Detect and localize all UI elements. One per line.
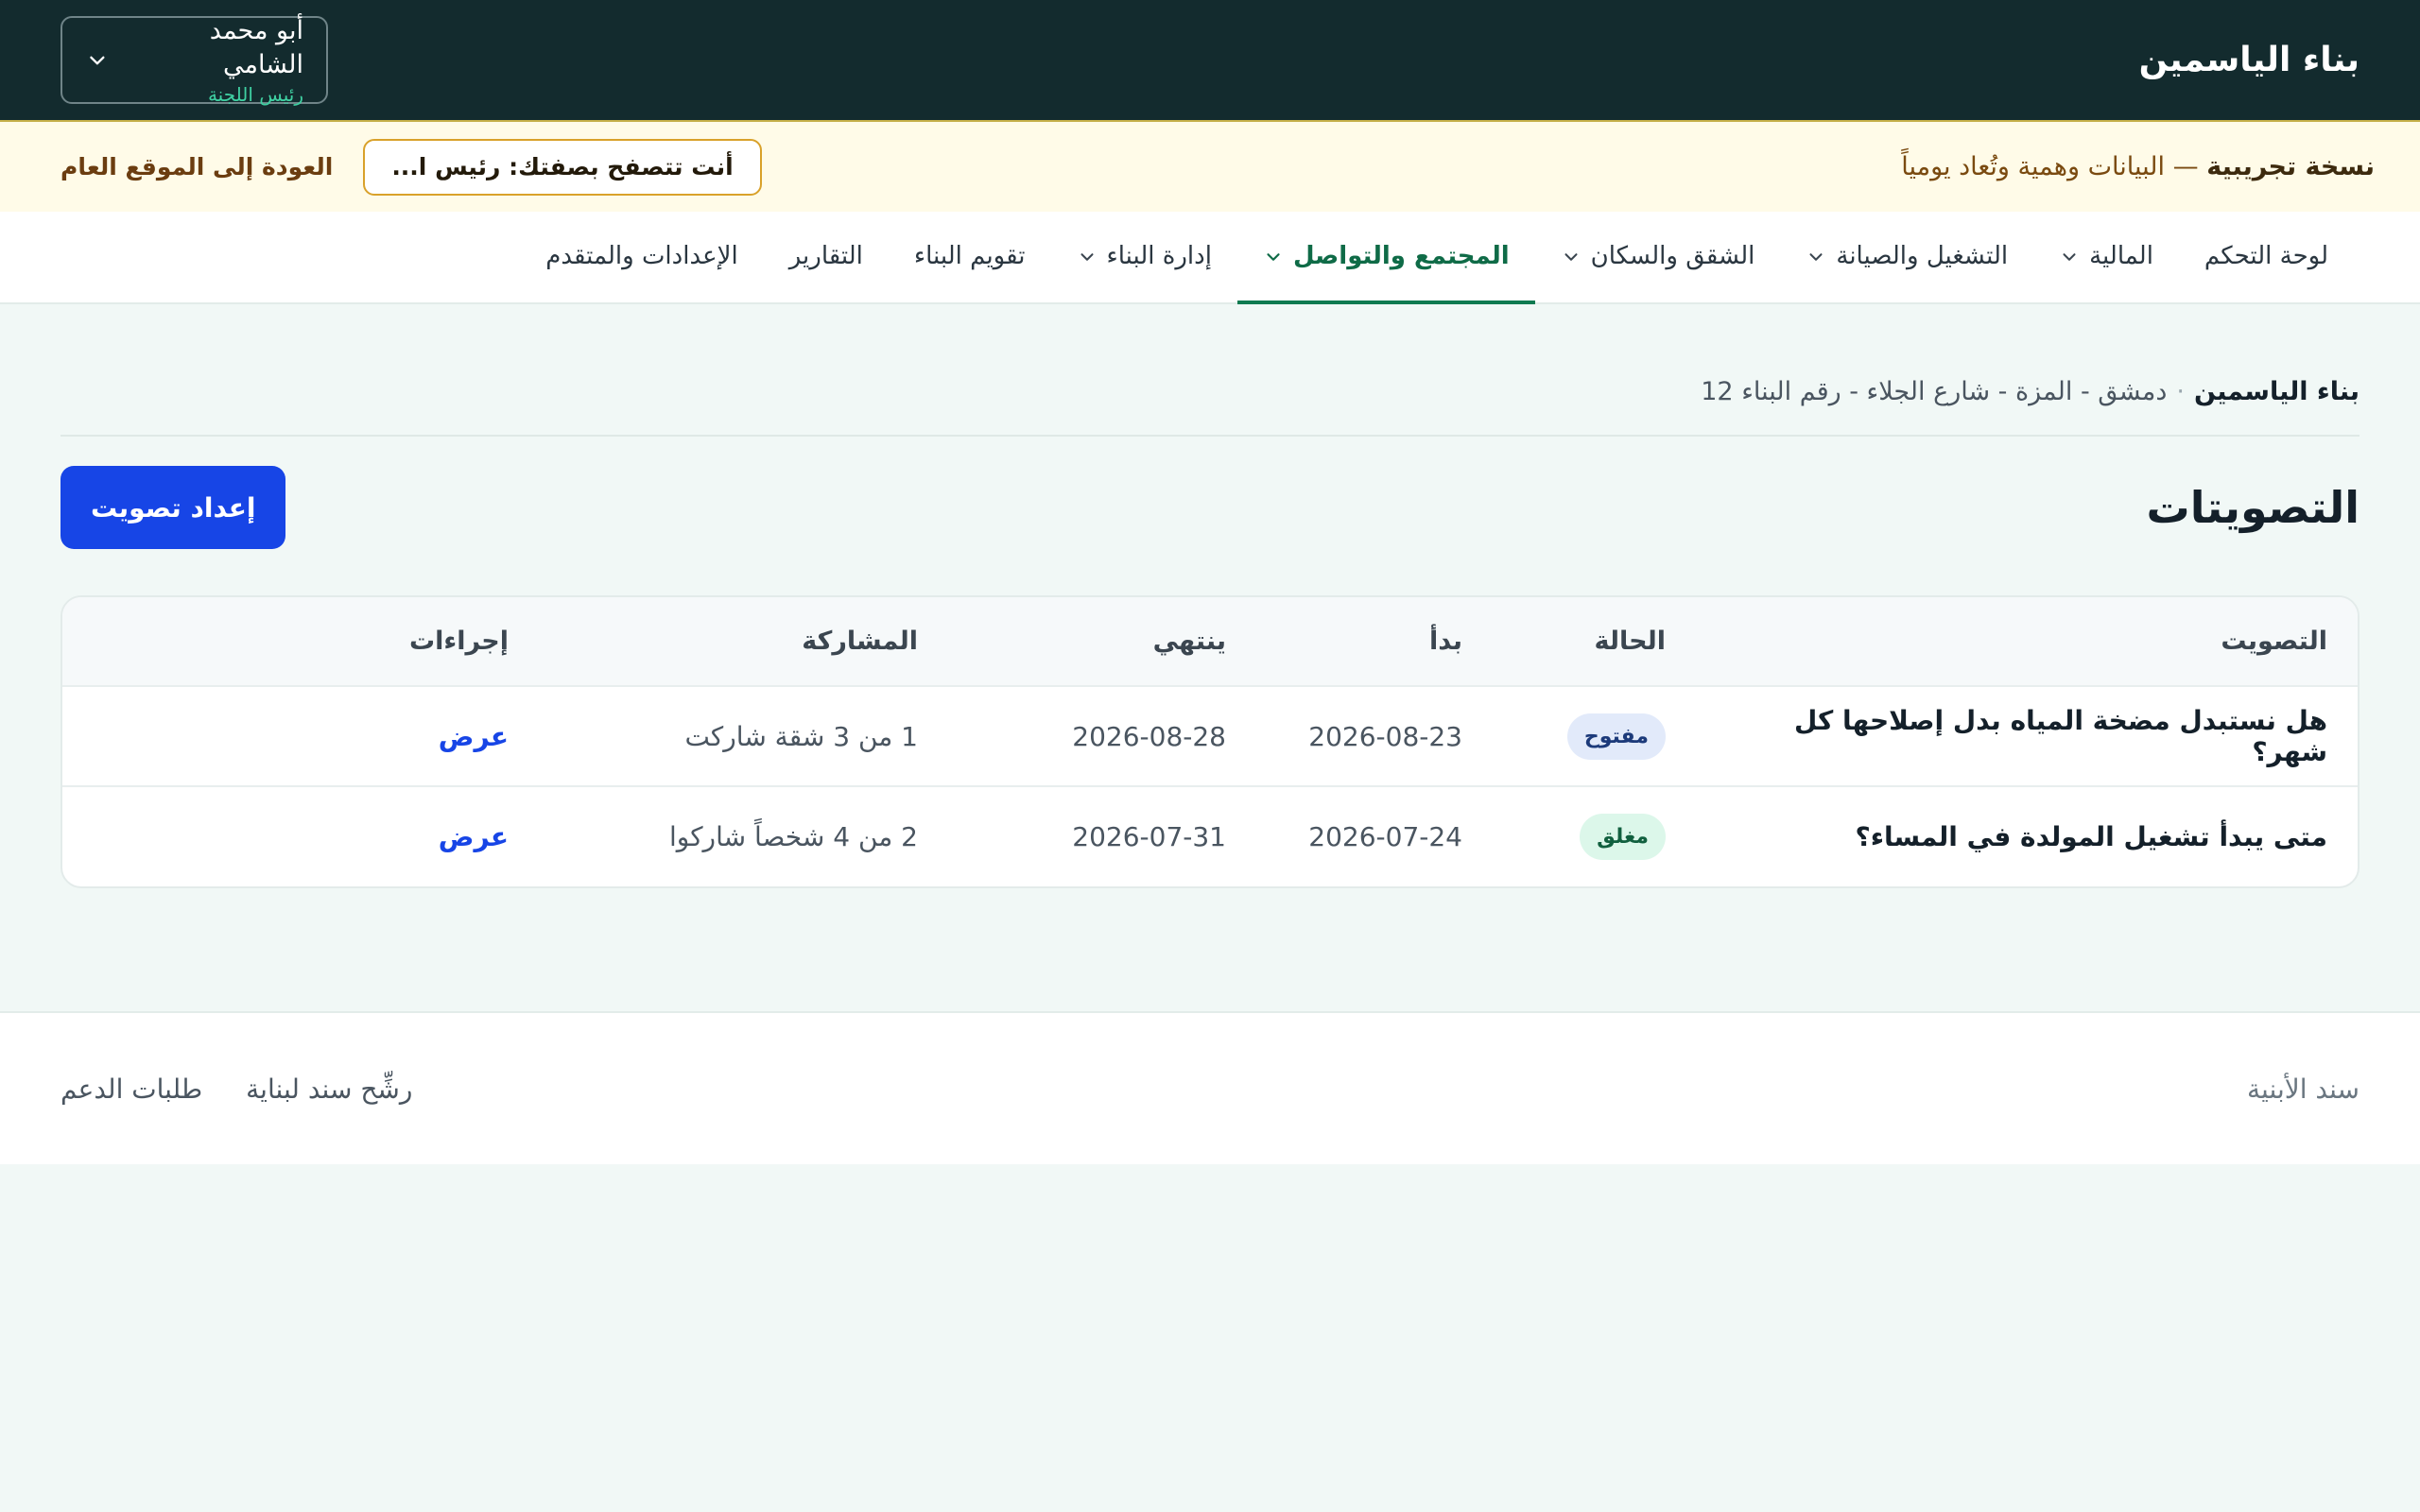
nominate-building-link[interactable]: رشِّح سند لبناية	[246, 1074, 412, 1105]
column-header-vote: التصويت	[2221, 627, 2327, 656]
nav-item-label: لوحة التحكم	[2204, 242, 2328, 270]
column-header-end: ينتهي	[1152, 627, 1226, 656]
participation: 2 من 4 شخصاً شاركوا	[668, 821, 918, 852]
table-row: متى يبدأ تشغيل المولدة في المساء؟ مغلق 2…	[62, 786, 2358, 886]
nav-item-community[interactable]: المجتمع والتواصل	[1236, 212, 1535, 304]
main-content: بناء الياسمين · دمشق - المزة - شارع الجل…	[0, 304, 2420, 888]
view-vote-link[interactable]: عرض	[439, 721, 509, 752]
nav-item-building-management[interactable]: إدارة البناء	[1051, 212, 1237, 304]
chevron-down-icon	[1263, 246, 1284, 266]
user-menu-button[interactable]: أبو محمد الشامي رئيس اللجنة	[60, 14, 328, 107]
table-row: هل نستبدل مضخة المياه بدل إصلاحها كل شهر…	[62, 686, 2358, 786]
user-info: أبو محمد الشامي رئيس اللجنة	[123, 14, 303, 107]
chevron-down-icon	[1561, 246, 1582, 266]
chevron-down-icon	[1077, 246, 1098, 266]
status-badge: مفتوح	[1566, 713, 1666, 760]
vote-question: هل نستبدل مضخة المياه بدل إصلاحها كل شهر…	[1793, 705, 2327, 767]
nav-item-label: التقارير	[788, 242, 863, 270]
status-cell: مفتوح	[1493, 686, 1696, 786]
actions-cell: عرض	[62, 786, 539, 886]
demo-notice-text: — البيانات وهمية وتُعاد يومياً	[1901, 152, 2207, 181]
new-vote-button[interactable]: إعداد تصويت	[60, 466, 286, 549]
nav-item-label: التشغيل والصيانة	[1836, 242, 2009, 270]
user-role: رئيس اللجنة	[207, 82, 303, 106]
banner-actions: أنت تتصفح بصفتك: رئيس ا... العودة إلى ال…	[60, 138, 762, 196]
nav-item-reports[interactable]: التقارير	[764, 212, 889, 304]
votes-table: التصويت الحالة بدأ ينتهي المشاركة إجراءا…	[62, 597, 2358, 886]
end-date: 2026-07-31	[1072, 821, 1226, 852]
end-date: 2026-08-28	[1072, 720, 1226, 752]
main-nav: لوحة التحكم المالية التشغيل والصيانة الش…	[0, 212, 2420, 304]
chevron-down-icon	[1806, 246, 1826, 266]
nav-item-label: المجتمع والتواصل	[1292, 242, 1510, 270]
vote-question: متى يبدأ تشغيل المولدة في المساء؟	[1855, 821, 2327, 852]
breadcrumb-building: بناء الياسمين	[2193, 377, 2360, 406]
column-header-participation: المشاركة	[802, 627, 918, 656]
nav-item-finance[interactable]: المالية	[2033, 212, 2179, 304]
column-header-start: بدأ	[1429, 627, 1462, 656]
breadcrumb-address: دمشق - المزة - شارع الجلاء - رقم البناء …	[1701, 377, 2168, 406]
chevron-down-icon	[85, 48, 110, 73]
status-cell: مغلق	[1493, 786, 1696, 886]
nav-item-label: إدارة البناء	[1106, 242, 1212, 270]
nav-item-calendar[interactable]: تقويم البناء	[889, 212, 1051, 304]
chevron-down-icon	[2059, 246, 2080, 266]
app-brand[interactable]: بناء الياسمين	[2139, 41, 2360, 79]
page-header: التصويتات إعداد تصويت	[60, 466, 2360, 549]
nav-item-settings[interactable]: الإعدادات والمتقدم	[520, 212, 763, 304]
view-vote-link[interactable]: عرض	[439, 821, 509, 852]
nav-item-label: الإعدادات والمتقدم	[545, 242, 738, 270]
column-header-actions: إجراءات	[409, 627, 509, 656]
votes-table-card: التصويت الحالة بدأ ينتهي المشاركة إجراءا…	[60, 595, 2360, 888]
start-date: 2026-07-24	[1308, 821, 1462, 852]
support-requests-link[interactable]: طلبات الدعم	[60, 1074, 202, 1105]
nav-item-apartments[interactable]: الشقق والسكان	[1535, 212, 1781, 304]
demo-banner: نسخة تجريبية — البيانات وهمية وتُعاد يوم…	[0, 122, 2420, 212]
table-header-row: التصويت الحالة بدأ ينتهي المشاركة إجراءا…	[62, 597, 2358, 686]
footer: سند الأبنية رشِّح سند لبناية طلبات الدعم	[0, 1011, 2420, 1164]
footer-links: رشِّح سند لبناية طلبات الدعم	[60, 1074, 412, 1105]
page-title: التصويتات	[2146, 482, 2360, 533]
footer-brand: سند الأبنية	[2247, 1073, 2360, 1105]
status-badge: مغلق	[1580, 814, 1666, 860]
column-header-status: الحالة	[1594, 627, 1666, 656]
start-date: 2026-08-23	[1308, 720, 1462, 752]
user-name: أبو محمد الشامي	[209, 15, 303, 79]
nav-item-operations[interactable]: التشغيل والصيانة	[1780, 212, 2033, 304]
top-bar: بناء الياسمين أبو محمد الشامي رئيس اللجن…	[0, 0, 2420, 122]
demo-notice-title: نسخة تجريبية	[2206, 152, 2375, 181]
nav-item-label: الشقق والسكان	[1590, 242, 1755, 270]
role-switcher[interactable]: أنت تتصفح بصفتك: رئيس ا...	[363, 138, 762, 196]
nav-item-label: تقويم البناء	[913, 242, 1026, 270]
breadcrumb: بناء الياسمين · دمشق - المزة - شارع الجل…	[60, 304, 2360, 437]
nav-item-label: المالية	[2089, 242, 2153, 270]
breadcrumb-separator: ·	[2176, 377, 2185, 406]
demo-notice: نسخة تجريبية — البيانات وهمية وتُعاد يوم…	[1901, 152, 2375, 181]
back-to-public-site-link[interactable]: العودة إلى الموقع العام	[60, 153, 333, 180]
nav-item-dashboard[interactable]: لوحة التحكم	[2179, 212, 2354, 304]
actions-cell: عرض	[62, 686, 539, 786]
participation: 1 من 3 شقة شاركت	[684, 720, 918, 752]
